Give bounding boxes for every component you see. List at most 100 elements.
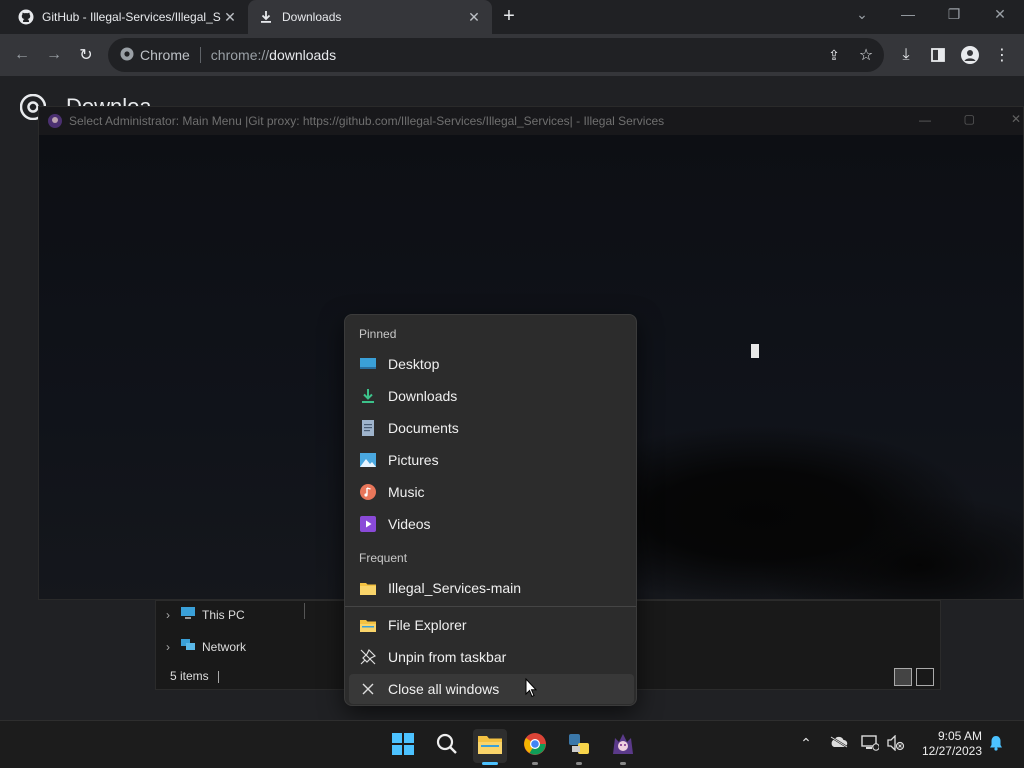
onedrive-offline-icon[interactable] [829, 735, 849, 751]
minimize-button[interactable]: — [919, 113, 931, 127]
active-indicator [482, 762, 498, 765]
close-window-button[interactable]: ✕ [1011, 112, 1021, 126]
downloads-icon [359, 387, 377, 405]
close-window-button[interactable]: ✕ [990, 6, 1010, 23]
jump-item-label: Documents [388, 420, 459, 436]
back-button[interactable]: ← [10, 43, 34, 67]
text-cursor [751, 344, 759, 358]
site-chip: Chrome [140, 47, 190, 63]
file-explorer-icon [359, 616, 377, 634]
nav-item-network[interactable]: › Network [166, 638, 246, 655]
browser-toolbar: ← → ↻ Chrome chrome:// downloads ⇪ ☆ ⤓ ⋮ [0, 34, 1024, 76]
side-panel-icon[interactable] [926, 43, 950, 67]
divider [199, 47, 201, 63]
taskbar-clock[interactable]: 9:05 AM 12/27/2023 [922, 729, 982, 759]
file-explorer-icon [478, 734, 502, 759]
large-icons-view-icon[interactable] [916, 668, 934, 686]
volume-muted-icon[interactable] [886, 734, 906, 754]
illegal-services-icon [611, 732, 635, 761]
taskbar-python[interactable] [562, 729, 596, 765]
downloads-button-icon[interactable]: ⤓ [894, 43, 918, 67]
jump-item-label: Videos [388, 516, 431, 532]
music-icon [359, 483, 377, 501]
chevron-up-icon[interactable]: ⌃ [796, 735, 816, 752]
videos-icon [359, 515, 377, 533]
menu-kebab-icon[interactable]: ⋮ [990, 43, 1014, 67]
divider [304, 603, 305, 619]
chrome-icon [120, 47, 134, 64]
maximize-button[interactable]: ▢ [964, 112, 975, 126]
taskbar: ⌃ 9:05 AM 12/27/2023 [0, 720, 1024, 768]
url-host: downloads [269, 47, 337, 63]
jump-item-label: Downloads [388, 388, 458, 404]
running-indicator [532, 762, 538, 765]
network-icon[interactable] [860, 735, 880, 754]
computer-icon [180, 606, 196, 623]
start-button[interactable] [386, 729, 420, 763]
jump-action-file-explorer[interactable]: File Explorer [349, 610, 634, 640]
taskbar-jump-list: Pinned Desktop Downloads Documents Pictu… [344, 314, 637, 706]
terminal-titlebar[interactable]: Select Administrator: Main Menu |Git pro… [39, 107, 1023, 135]
tab-label: Downloads [282, 10, 342, 24]
nav-item-label: Network [202, 639, 247, 654]
tab-github[interactable]: GitHub - Illegal-Services/Illegal_S ✕ [8, 0, 248, 34]
taskbar-chrome[interactable] [518, 729, 552, 765]
mouse-pointer-icon [525, 677, 538, 703]
jump-item-label: Desktop [388, 356, 440, 372]
taskbar-illegal-services[interactable] [606, 729, 640, 765]
jump-item-label: Illegal_Services-main [388, 580, 522, 596]
chevron-right-icon[interactable]: › [166, 608, 170, 622]
tab-downloads[interactable]: Downloads ✕ [248, 0, 492, 34]
details-view-icon[interactable] [894, 668, 912, 686]
bookmark-star-icon[interactable]: ☆ [854, 43, 878, 67]
divider [345, 606, 636, 607]
close-icon [359, 680, 377, 698]
jump-item-downloads[interactable]: Downloads [349, 381, 634, 411]
jump-action-close-all[interactable]: Close all windows [349, 674, 634, 704]
jump-item-videos[interactable]: Videos [349, 509, 634, 539]
tab-search-icon[interactable]: ⌄ [852, 6, 872, 23]
reload-button[interactable]: ↻ [74, 43, 98, 67]
tab-strip: GitHub - Illegal-Services/Illegal_S ✕ Do… [0, 0, 1024, 34]
nav-item-label: This PC [202, 607, 245, 622]
status-bar-count: 5 items [170, 669, 209, 683]
search-icon [436, 733, 458, 760]
jump-item-label: Unpin from taskbar [388, 649, 507, 665]
restore-button[interactable]: ❐ [944, 6, 964, 23]
forward-button[interactable]: → [42, 43, 66, 67]
close-icon[interactable]: ✕ [466, 9, 482, 26]
unpin-icon [359, 648, 377, 666]
jump-item-illegal-services-main[interactable]: Illegal_Services-main [349, 573, 634, 603]
minimize-button[interactable]: — [898, 6, 918, 22]
start-icon [392, 732, 414, 760]
jump-item-label: Close all windows [388, 681, 500, 697]
jump-action-unpin[interactable]: Unpin from taskbar [349, 642, 634, 672]
running-indicator [620, 762, 626, 765]
notification-bell-icon[interactable] [986, 735, 1006, 754]
address-bar[interactable]: Chrome chrome:// downloads [108, 38, 884, 72]
jump-item-music[interactable]: Music [349, 477, 634, 507]
taskbar-file-explorer[interactable] [473, 729, 507, 765]
search-button[interactable] [430, 729, 464, 763]
terminal-title: Select Administrator: Main Menu |Git pro… [69, 114, 665, 128]
new-tab-button[interactable]: + [498, 6, 520, 28]
tab-label: GitHub - Illegal-Services/Illegal_S [42, 10, 221, 24]
frequent-header: Frequent [359, 551, 408, 565]
chevron-right-icon[interactable]: › [166, 640, 170, 654]
nav-item-this-pc[interactable]: › This PC [166, 606, 245, 623]
divider [218, 671, 219, 683]
jump-item-documents[interactable]: Documents [349, 413, 634, 443]
jump-item-desktop[interactable]: Desktop [349, 349, 634, 379]
close-icon[interactable]: ✕ [222, 9, 238, 26]
clock-time: 9:05 AM [937, 729, 982, 743]
share-icon[interactable]: ⇪ [822, 43, 846, 67]
github-icon [18, 9, 34, 25]
profile-icon[interactable] [958, 43, 982, 67]
running-indicator [576, 762, 582, 765]
chrome-icon [523, 732, 547, 761]
url-scheme: chrome:// [210, 47, 270, 63]
jump-item-label: Music [388, 484, 425, 500]
jump-item-pictures[interactable]: Pictures [349, 445, 634, 475]
jump-item-label: Pictures [388, 452, 439, 468]
pinned-header: Pinned [359, 327, 397, 341]
